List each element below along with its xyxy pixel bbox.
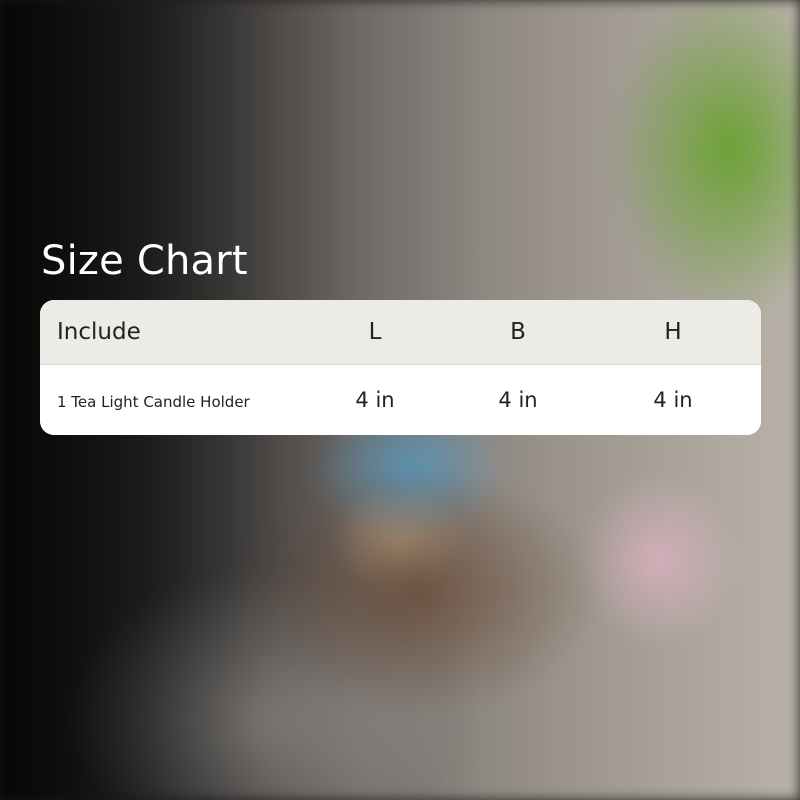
cell-include: 1 Tea Light Candle Holder	[57, 393, 250, 411]
size-chart-table: Include L B H 1 Tea Light Candle Holder …	[40, 300, 761, 435]
cell-length: 4 in	[355, 388, 395, 412]
cell-height: 4 in	[653, 388, 693, 412]
header-length: L	[368, 319, 382, 345]
table-row: 1 Tea Light Candle Holder 4 in 4 in 4 in	[40, 365, 761, 435]
page-title: Size Chart	[41, 238, 248, 284]
header-height: H	[664, 319, 682, 345]
header-include: Include	[57, 319, 141, 345]
cell-breadth: 4 in	[498, 388, 538, 412]
table-header-row: Include L B H	[40, 300, 761, 365]
header-breadth: B	[510, 319, 526, 345]
